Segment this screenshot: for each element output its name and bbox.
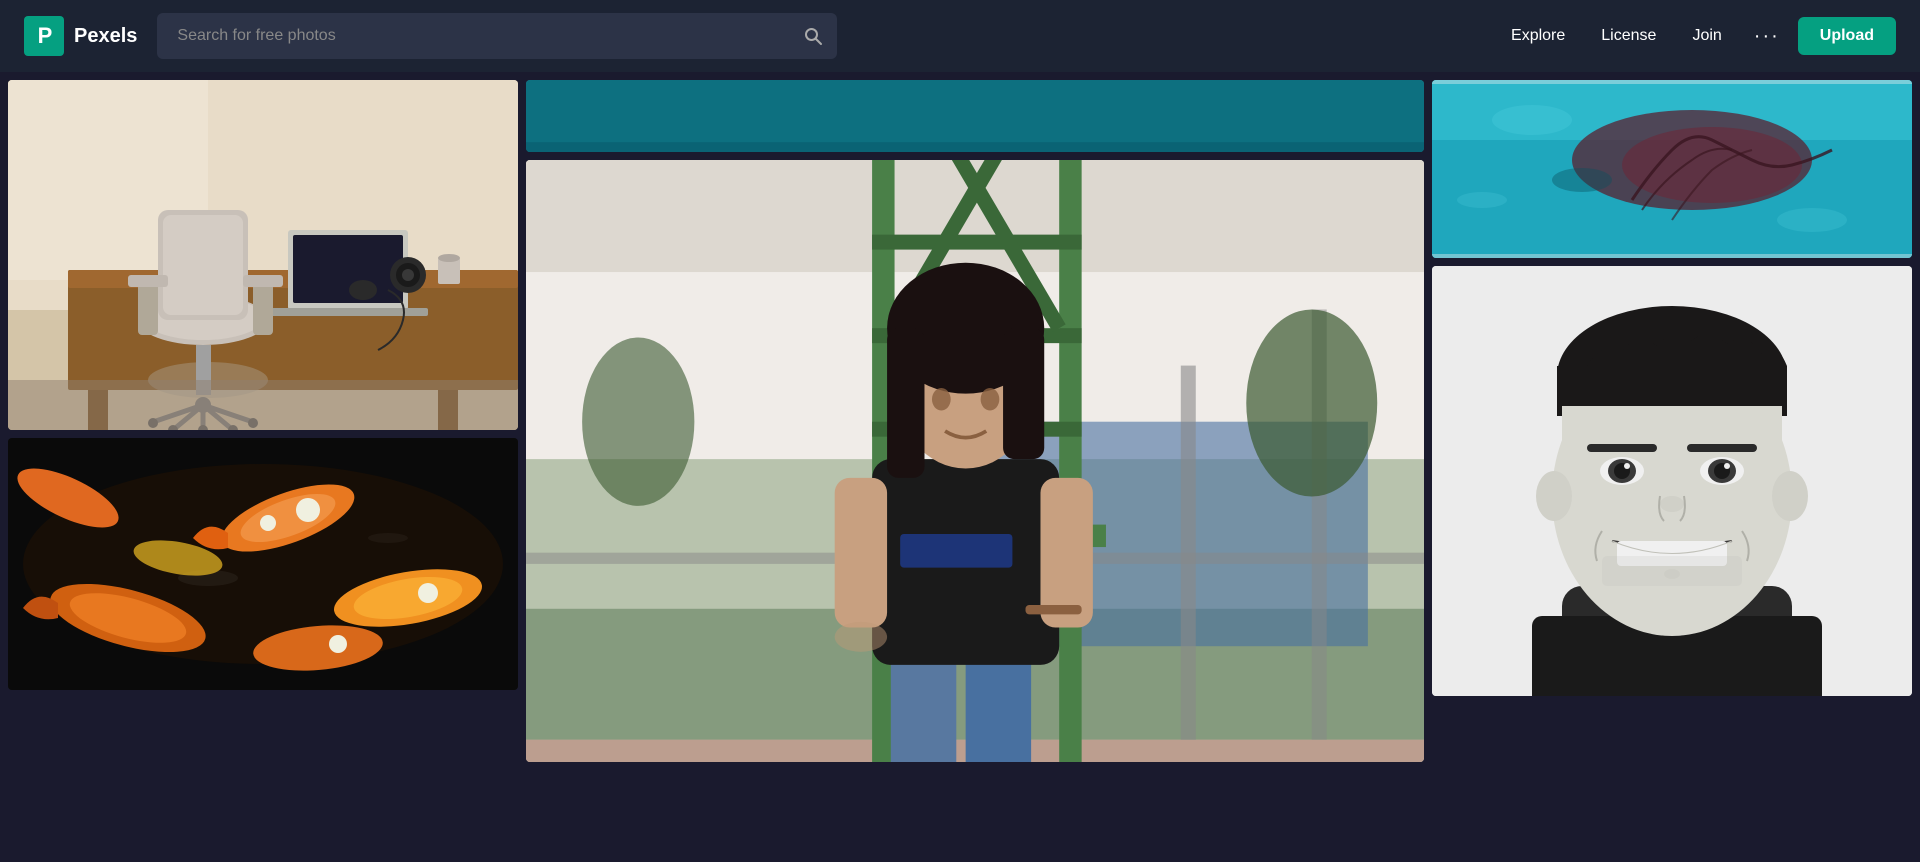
koi-fish-image: [8, 438, 518, 690]
nav-join[interactable]: Join: [1678, 19, 1735, 53]
photo-col-2: [526, 80, 1424, 762]
logo-area[interactable]: P Pexels: [24, 16, 137, 56]
nav-license[interactable]: License: [1587, 19, 1670, 53]
woman-sitting-image: [526, 160, 1424, 762]
main-content: [0, 72, 1920, 770]
photo-koi-fish[interactable]: [8, 438, 518, 690]
nav-more-button[interactable]: ···: [1744, 17, 1790, 56]
photo-teal-partial[interactable]: [526, 80, 1424, 152]
nav-explore[interactable]: Explore: [1497, 19, 1579, 53]
search-input[interactable]: [157, 13, 837, 59]
man-portrait-image: [1432, 266, 1912, 696]
site-header: P Pexels Explore License Join ··· Upload: [0, 0, 1920, 72]
search-submit-button[interactable]: [803, 26, 823, 46]
photo-office-chair[interactable]: [8, 80, 518, 430]
teal-partial-image: [526, 80, 1424, 152]
photo-col-1: [8, 80, 518, 762]
search-icon: [803, 26, 823, 46]
photo-pool[interactable]: [1432, 80, 1912, 258]
pexels-logo-text: Pexels: [74, 25, 137, 48]
search-bar: [157, 13, 837, 59]
pool-image: [1432, 80, 1912, 258]
nav-links: Explore License Join ··· Upload: [1497, 17, 1896, 56]
pexels-logo-icon: P: [24, 16, 64, 56]
office-chair-image: [8, 80, 518, 430]
photo-col-3: [1432, 80, 1912, 762]
photo-smiling-man[interactable]: [1432, 266, 1912, 696]
photo-woman-sitting[interactable]: [526, 160, 1424, 762]
upload-button[interactable]: Upload: [1798, 17, 1896, 55]
photo-grid: [0, 72, 1920, 770]
